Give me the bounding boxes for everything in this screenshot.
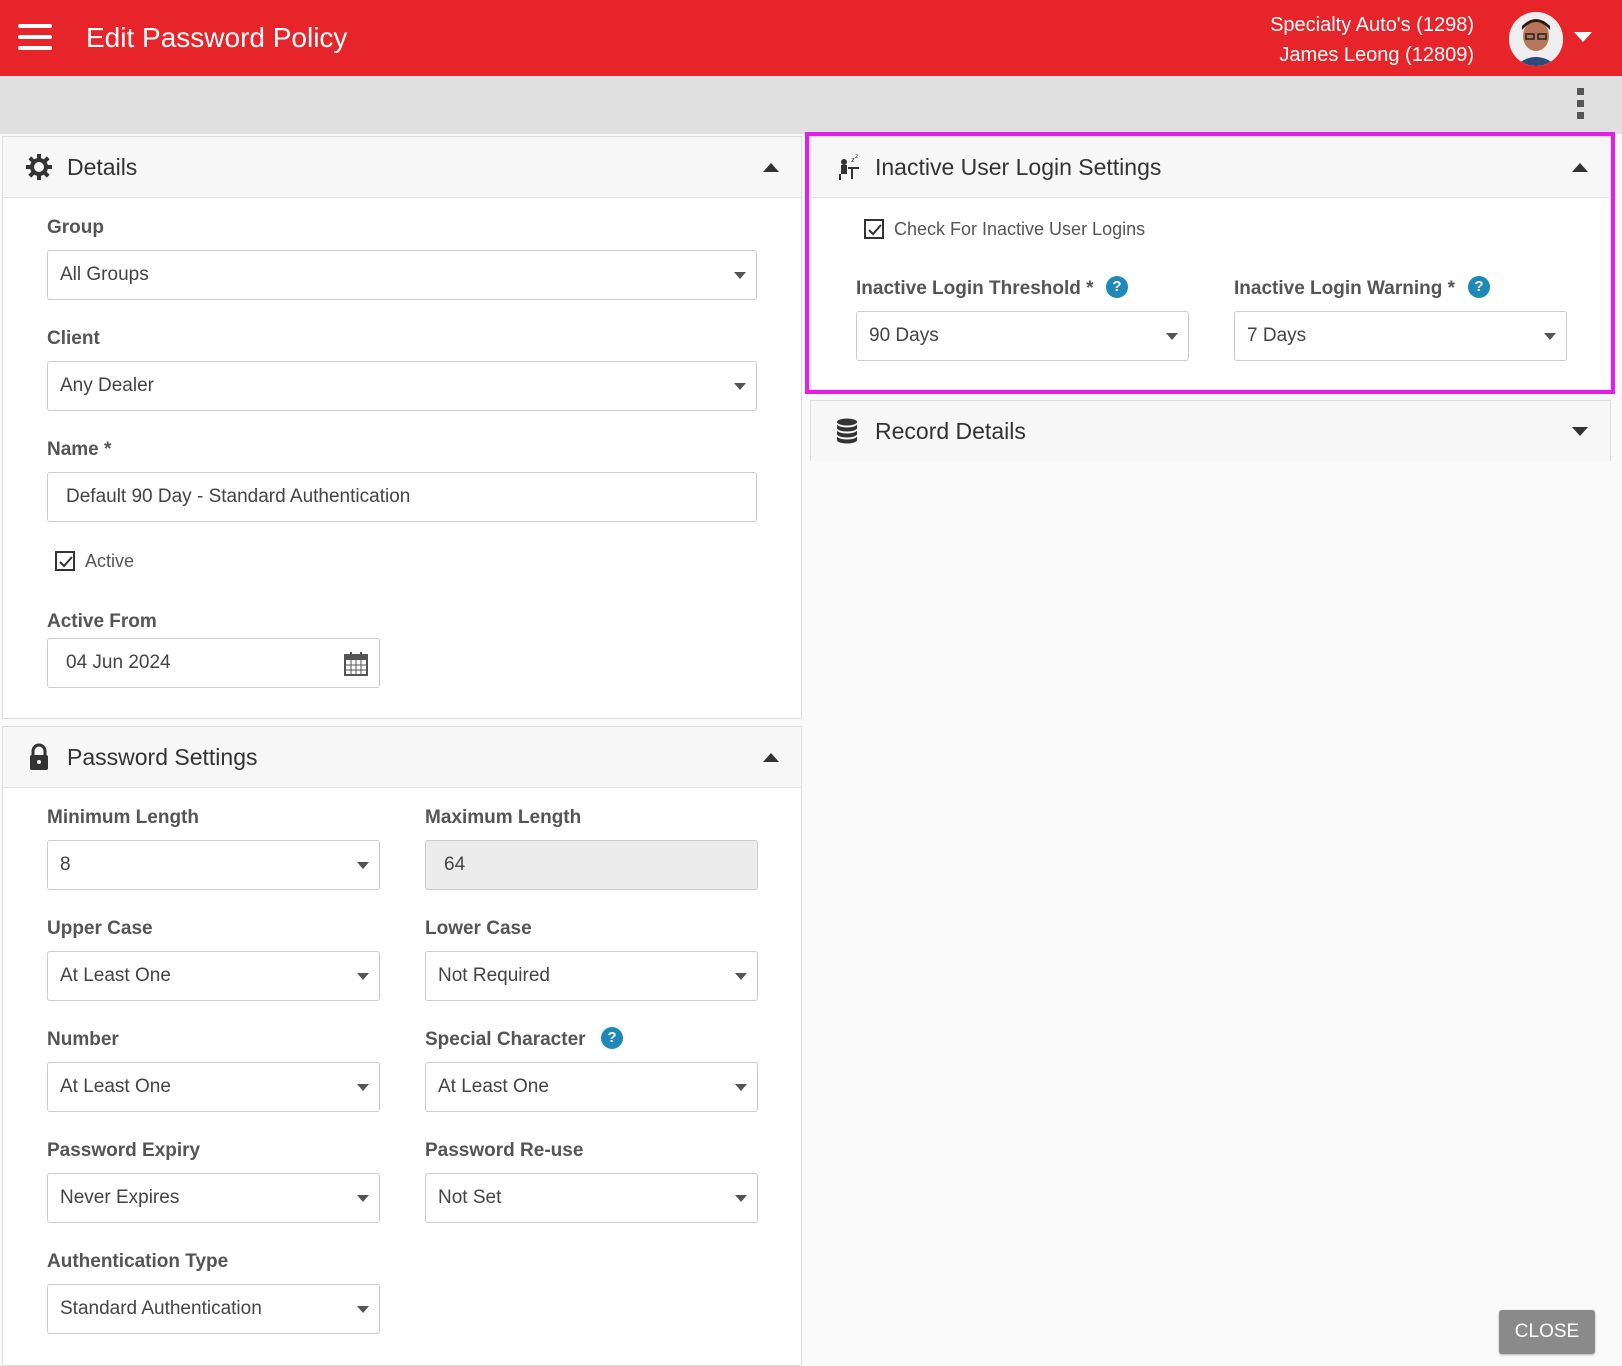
password-settings-title: Password Settings <box>67 744 258 770</box>
lower-case-value: Not Required <box>438 965 550 986</box>
lower-case-label: Lower Case <box>425 918 532 939</box>
password-reuse-label: Password Re-use <box>425 1140 584 1161</box>
avatar[interactable] <box>1509 12 1563 66</box>
password-expiry-label: Password Expiry <box>47 1140 201 1161</box>
dealer-name: Specialty Auto's (1298) <box>1270 14 1474 36</box>
gear-icon <box>26 154 52 180</box>
dropdown-arrow-icon <box>734 272 746 279</box>
dropdown-arrow-icon <box>357 973 369 980</box>
close-button[interactable]: CLOSE <box>1499 1310 1595 1354</box>
group-label: Group <box>47 217 104 238</box>
record-details-panel: Record Details <box>810 400 1611 461</box>
number-select[interactable]: At Least One <box>47 1062 380 1112</box>
threshold-select[interactable]: 90 Days <box>856 311 1189 361</box>
page-title: Edit Password Policy <box>86 22 348 53</box>
password-expiry-select[interactable]: Never Expires <box>47 1173 380 1223</box>
upper-case-value: At Least One <box>60 965 171 986</box>
name-input[interactable]: Default 90 Day - Standard Authentication <box>47 472 757 522</box>
min-length-label: Minimum Length <box>47 807 199 828</box>
expand-icon[interactable] <box>1572 427 1588 436</box>
collapse-icon[interactable] <box>763 753 779 762</box>
dropdown-arrow-icon <box>357 1306 369 1313</box>
lock-icon <box>30 743 48 770</box>
client-select[interactable]: Any Dealer <box>47 361 757 411</box>
max-length-input: 64 <box>425 840 758 890</box>
password-reuse-select[interactable]: Not Set <box>425 1173 758 1223</box>
warning-label: Inactive Login Warning * <box>1234 278 1455 299</box>
client-value: Any Dealer <box>60 375 154 396</box>
number-value: At Least One <box>60 1076 171 1097</box>
password-settings-header[interactable]: Password Settings <box>3 727 801 788</box>
details-title: Details <box>67 154 138 180</box>
dropdown-arrow-icon <box>1166 333 1178 340</box>
dropdown-arrow-icon <box>735 1195 747 1202</box>
max-length-label: Maximum Length <box>425 807 582 828</box>
inactive-login-panel: z z Inactive User Login Settings Check F… <box>810 136 1611 390</box>
auth-type-select[interactable]: Standard Authentication <box>47 1284 380 1334</box>
auth-type-value: Standard Authentication <box>60 1298 262 1319</box>
warning-select[interactable]: 7 Days <box>1234 311 1567 361</box>
active-from-label: Active From <box>47 611 157 632</box>
dropdown-arrow-icon <box>735 973 747 980</box>
calendar-icon[interactable] <box>343 651 369 677</box>
record-details-title: Record Details <box>875 418 1026 444</box>
top-bar: Edit Password Policy Specialty Auto's (1… <box>0 0 1622 76</box>
password-expiry-value: Never Expires <box>60 1187 180 1208</box>
auth-type-label: Authentication Type <box>47 1251 229 1272</box>
special-char-value: At Least One <box>438 1076 549 1097</box>
user-name: James Leong (12809) <box>1279 44 1474 66</box>
active-label: Active <box>85 551 135 571</box>
dropdown-arrow-icon <box>734 383 746 390</box>
collapse-icon[interactable] <box>763 163 779 172</box>
special-char-label: Special Character <box>425 1029 586 1050</box>
number-label: Number <box>47 1029 119 1050</box>
name-value: Default 90 Day - Standard Authentication <box>66 486 411 507</box>
password-settings-panel: Password Settings Minimum Length 8 Maxim… <box>2 726 802 1366</box>
threshold-value: 90 Days <box>869 325 939 346</box>
database-icon <box>837 418 857 444</box>
user-desk-icon: z z <box>839 153 859 180</box>
name-label: Name * <box>47 439 112 460</box>
threshold-label: Inactive Login Threshold * <box>856 278 1094 299</box>
record-details-header[interactable]: Record Details <box>811 401 1610 461</box>
inactive-login-title: Inactive User Login Settings <box>875 154 1162 180</box>
user-info: Specialty Auto's (1298) James Leong (128… <box>1270 10 1474 70</box>
lower-case-select[interactable]: Not Required <box>425 951 758 1001</box>
user-menu-chevron-down-icon[interactable] <box>1574 32 1592 42</box>
active-checkbox[interactable] <box>55 551 75 571</box>
collapse-icon[interactable] <box>1572 163 1588 172</box>
min-length-select[interactable]: 8 <box>47 840 380 890</box>
upper-case-select[interactable]: At Least One <box>47 951 380 1001</box>
check-inactive-checkbox[interactable] <box>864 219 884 239</box>
details-header[interactable]: Details <box>3 137 801 198</box>
threshold-help-icon[interactable]: ? <box>1106 276 1128 298</box>
group-select[interactable]: All Groups <box>47 250 757 300</box>
dropdown-arrow-icon <box>357 862 369 869</box>
group-value: All Groups <box>60 264 149 285</box>
warning-value: 7 Days <box>1247 325 1307 346</box>
menu-icon[interactable] <box>18 24 52 50</box>
warning-help-icon[interactable]: ? <box>1468 276 1490 298</box>
client-label: Client <box>47 328 100 349</box>
check-inactive-label: Check For Inactive User Logins <box>894 219 1146 239</box>
upper-case-label: Upper Case <box>47 918 153 939</box>
dropdown-arrow-icon <box>735 1084 747 1091</box>
special-char-select[interactable]: At Least One <box>425 1062 758 1112</box>
active-from-value: 04 Jun 2024 <box>66 652 171 673</box>
active-from-input[interactable]: 04 Jun 2024 <box>47 638 380 688</box>
inactive-login-header[interactable]: z z Inactive User Login Settings <box>811 137 1610 198</box>
svg-text:z: z <box>855 153 858 160</box>
special-char-help-icon[interactable]: ? <box>601 1027 623 1049</box>
password-reuse-value: Not Set <box>438 1187 502 1208</box>
min-length-value: 8 <box>60 854 71 875</box>
more-options-icon[interactable] <box>1576 88 1586 122</box>
dropdown-arrow-icon <box>357 1195 369 1202</box>
details-panel: Details Group All Groups Client Any Deal… <box>2 136 802 719</box>
dropdown-arrow-icon <box>357 1084 369 1091</box>
max-length-value: 64 <box>444 854 466 875</box>
dropdown-arrow-icon <box>1544 333 1556 340</box>
toolbar <box>0 76 1622 134</box>
